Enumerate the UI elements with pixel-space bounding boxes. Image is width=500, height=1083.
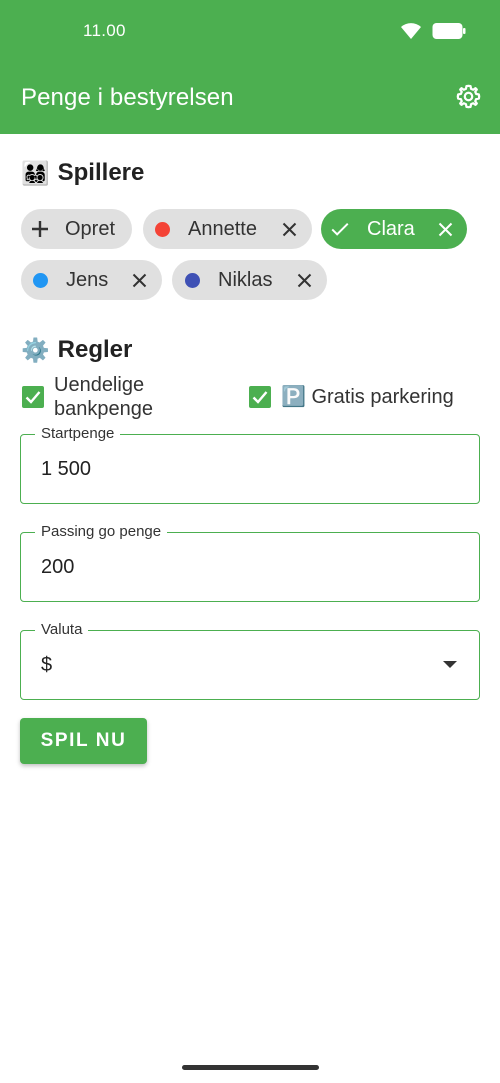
currency-select[interactable]: Valuta $ (20, 621, 480, 700)
remove-player-annette-button[interactable] (280, 220, 298, 238)
check-icon (25, 391, 41, 404)
players-heading: 👨‍👩‍👧‍👦 Spillere (21, 159, 144, 187)
unlimited-bank-money-label-line1: Uendelige (54, 374, 145, 396)
free-parking-option[interactable]: 🅿️ Gratis parkering (249, 385, 454, 409)
app-bar: 11.00 Penge i bestyrelsen (0, 0, 500, 134)
unlimited-bank-money-checkbox[interactable] (22, 386, 44, 408)
remove-player-niklas-button[interactable] (295, 271, 313, 289)
player-chip-niklas[interactable]: Niklas (172, 260, 327, 300)
free-parking-label: 🅿️ Gratis parkering (281, 386, 454, 408)
passing-go-input[interactable]: 200 (41, 556, 74, 579)
player-name: Jens (66, 268, 109, 291)
close-icon (282, 222, 296, 236)
player-color-dot (185, 272, 200, 288)
currency-value: $ (41, 654, 53, 676)
add-player-label: Opret (65, 217, 116, 240)
start-money-field[interactable]: Startpenge 1 500 (20, 425, 480, 504)
status-time: 11.00 (83, 21, 126, 40)
add-player-chip[interactable]: Opret (21, 209, 132, 249)
family-icon: 👨‍👩‍👧‍👦 (21, 160, 50, 187)
settings-button[interactable] (454, 83, 482, 115)
players-heading-text: Spillere (57, 159, 145, 186)
check-icon (331, 220, 349, 238)
status-icons (400, 22, 466, 45)
free-parking-checkbox[interactable] (249, 386, 271, 408)
player-chip-annette[interactable]: Annette (143, 209, 312, 249)
remove-player-clara-button[interactable] (436, 220, 454, 238)
wifi-icon (400, 22, 422, 45)
plus-icon (31, 220, 49, 238)
close-icon (297, 273, 311, 287)
rules-heading-text: Regler (57, 336, 133, 363)
gear-icon (455, 83, 482, 115)
gear-icon: ⚙️ (21, 337, 50, 364)
player-chip-clara[interactable]: Clara (321, 209, 467, 249)
player-name: Annette (188, 217, 257, 240)
player-name: Clara (367, 217, 415, 240)
player-color-dot (155, 221, 170, 237)
page-title: Penge i bestyrelsen (21, 84, 234, 111)
dropdown-arrow-icon[interactable] (443, 661, 457, 668)
player-color-dot (33, 272, 48, 288)
start-money-label: Startpenge (35, 425, 121, 443)
remove-player-jens-button[interactable] (130, 271, 148, 289)
start-money-input[interactable]: 1 500 (41, 458, 91, 481)
currency-label: Valuta (35, 621, 89, 639)
unlimited-bank-money-label-line2: bankpenge (54, 398, 153, 420)
close-icon (438, 222, 452, 236)
check-icon (252, 391, 268, 404)
passing-go-field[interactable]: Passing go penge 200 (20, 523, 480, 602)
play-now-button[interactable]: SPIL NU (20, 718, 147, 764)
unlimited-bank-money-label: Uendelige bankpenge (54, 373, 153, 421)
battery-icon (432, 22, 466, 45)
close-icon (132, 273, 146, 287)
home-indicator[interactable] (182, 1065, 319, 1070)
unlimited-bank-money-option[interactable]: Uendelige bankpenge (22, 373, 153, 421)
passing-go-label: Passing go penge (35, 523, 168, 541)
player-name: Niklas (218, 268, 273, 291)
player-chip-jens[interactable]: Jens (21, 260, 162, 300)
rules-heading: ⚙️ Regler (21, 336, 132, 364)
